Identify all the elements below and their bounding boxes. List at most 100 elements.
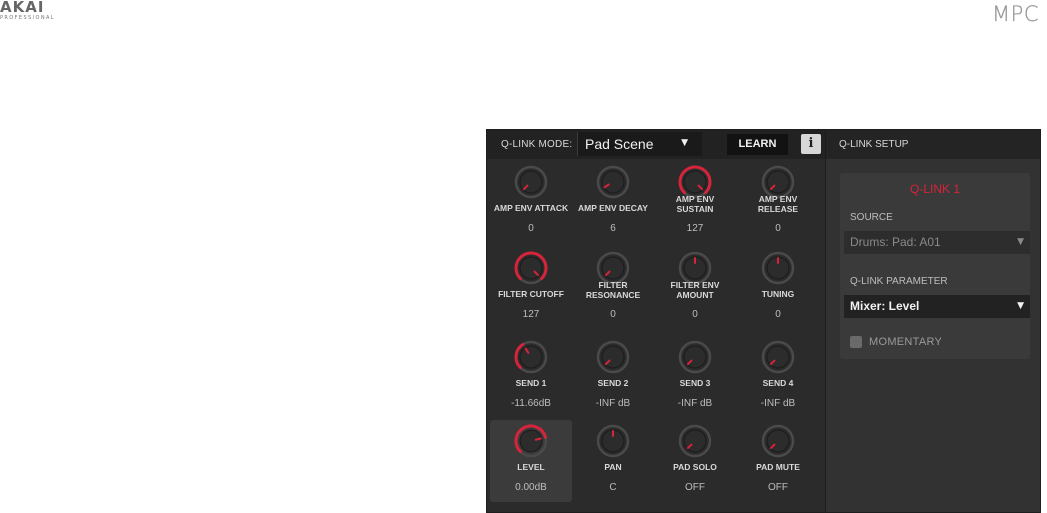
knob-label-line: FILTER bbox=[598, 280, 628, 290]
knob-value: 127 bbox=[522, 309, 540, 320]
knob-label: FILTER CUTOFF bbox=[490, 289, 572, 299]
param-select[interactable]: Mixer: Level ▼ bbox=[844, 295, 1030, 318]
knob-value: OFF bbox=[685, 482, 705, 493]
knob-label: SEND 3 bbox=[654, 378, 736, 388]
qlink-knob-panel: Q-LINK MODE: Pad Scene ▼ LEARN i AMP ENV… bbox=[487, 130, 825, 512]
knob-label-line: SEND 3 bbox=[679, 378, 711, 388]
knob-label-line: TUNING bbox=[761, 289, 795, 299]
knob-label-line: FILTER ENV bbox=[670, 280, 720, 290]
knob-label: TUNING bbox=[737, 289, 819, 299]
dropdown-arrow-icon: ▼ bbox=[1017, 237, 1024, 247]
knob-value: OFF bbox=[768, 482, 788, 493]
source-label: SOURCE bbox=[850, 212, 893, 223]
qlink-toolbar: Q-LINK MODE: Pad Scene ▼ LEARN i bbox=[487, 130, 825, 159]
qlink-knob[interactable]: PAD MUTE OFF bbox=[737, 420, 819, 502]
knob-label: LEVEL bbox=[490, 462, 572, 472]
knob-label-line: AMP ENV ATTACK bbox=[493, 203, 569, 213]
knob-value: C bbox=[609, 482, 617, 493]
qlink-knob[interactable]: AMP ENV SUSTAIN 127 bbox=[654, 161, 736, 243]
knob-label-line: SUSTAIN bbox=[676, 204, 714, 214]
qlink-knob[interactable]: SEND 4 -INF dB bbox=[737, 336, 819, 418]
param-label: Q-LINK PARAMETER bbox=[850, 276, 948, 287]
knob-body bbox=[519, 429, 543, 453]
qlink-knob[interactable]: PAN C bbox=[572, 420, 654, 502]
knob-label-line: PAN bbox=[604, 462, 622, 472]
qlink-knob[interactable]: AMP ENV RELEASE 0 bbox=[737, 161, 819, 243]
dropdown-arrow-icon: ▼ bbox=[681, 138, 688, 148]
qlink-knob[interactable]: FILTER CUTOFF 127 bbox=[490, 247, 572, 329]
dropdown-arrow-icon: ▼ bbox=[1017, 301, 1024, 311]
knob-body bbox=[601, 170, 625, 194]
knob-value: -INF dB bbox=[760, 398, 796, 409]
qlink-knob[interactable]: TUNING 0 bbox=[737, 247, 819, 329]
knob-label: SEND 2 bbox=[572, 378, 654, 388]
knob-label-line: AMP ENV bbox=[758, 194, 798, 204]
knob-value: 6 bbox=[610, 223, 616, 234]
knob-dial-icon bbox=[678, 340, 712, 374]
qlink-knob[interactable]: FILTER ENV AMOUNT 0 bbox=[654, 247, 736, 329]
knob-label-line: PAD MUTE bbox=[756, 462, 800, 472]
knob-label: AMP ENV ATTACK bbox=[490, 203, 572, 213]
knob-label: FILTER ENV AMOUNT bbox=[654, 280, 736, 300]
knob-label-line: SEND 2 bbox=[597, 378, 629, 388]
qlink-knob[interactable]: AMP ENV DECAY 6 bbox=[572, 161, 654, 243]
qlink-knob[interactable]: AMP ENV ATTACK 0 bbox=[490, 161, 572, 243]
knob-indicator bbox=[534, 437, 542, 441]
knob-label-line: LEVEL bbox=[517, 462, 545, 472]
knob-label-line: AMP ENV bbox=[675, 194, 715, 204]
qlink-mode-select[interactable]: Pad Scene ▼ bbox=[577, 132, 702, 156]
qlink-knob[interactable]: SEND 2 -INF dB bbox=[572, 336, 654, 418]
knob-dial-icon bbox=[596, 340, 630, 374]
qlink-knob[interactable]: PAD SOLO OFF bbox=[654, 420, 736, 502]
learn-button[interactable]: LEARN bbox=[727, 134, 788, 155]
qlink-knob[interactable]: SEND 3 -INF dB bbox=[654, 336, 736, 418]
knob-label: SEND 4 bbox=[737, 378, 819, 388]
knob-value: 0 bbox=[775, 309, 781, 320]
source-select[interactable]: Drums: Pad: A01 ▼ bbox=[844, 231, 1030, 254]
qlink-mode-value: Pad Scene bbox=[585, 136, 654, 152]
momentary-checkbox[interactable] bbox=[850, 336, 862, 348]
info-button[interactable]: i bbox=[801, 134, 821, 154]
knob-label-line: FILTER CUTOFF bbox=[498, 289, 564, 299]
knob-value: -INF dB bbox=[595, 398, 631, 409]
qlink-config-box: Q-LINK 1 SOURCE Drums: Pad: A01 ▼ Q-LINK… bbox=[840, 173, 1030, 359]
knob-label: PAD SOLO bbox=[654, 462, 736, 472]
knob-dial-icon bbox=[596, 165, 630, 199]
knob-value: 0 bbox=[610, 309, 616, 320]
knob-label: SEND 1 bbox=[490, 378, 572, 388]
akai-logo-subtext: PROFESSIONAL bbox=[0, 15, 55, 21]
knob-dial-icon bbox=[596, 424, 630, 458]
knob-dial-icon bbox=[514, 251, 548, 285]
momentary-label: MOMENTARY bbox=[869, 336, 943, 348]
knob-label-line: AMP ENV DECAY bbox=[578, 203, 648, 213]
knob-value: -11.66dB bbox=[511, 398, 551, 409]
knob-label-line: SEND 1 bbox=[515, 378, 547, 388]
knob-label: AMP ENV SUSTAIN bbox=[654, 194, 736, 214]
knob-label-line: PAD SOLO bbox=[673, 462, 717, 472]
qlink-knob[interactable]: LEVEL 0.00dB bbox=[490, 420, 572, 502]
knob-dial-icon bbox=[514, 165, 548, 199]
knob-value: 127 bbox=[686, 223, 704, 234]
knob-dial-icon bbox=[761, 424, 795, 458]
akai-logo: AKAI PROFESSIONAL bbox=[0, 0, 55, 22]
knob-dial-icon bbox=[761, 251, 795, 285]
akai-logo-text: AKAI bbox=[0, 0, 45, 16]
knob-label: PAD MUTE bbox=[737, 462, 819, 472]
knob-value: 0 bbox=[692, 309, 698, 320]
qlink-title: Q-LINK 1 bbox=[909, 182, 960, 196]
knob-label: AMP ENV DECAY bbox=[572, 203, 654, 213]
knob-label-line: AMOUNT bbox=[676, 290, 714, 300]
source-value: Drums: Pad: A01 bbox=[850, 235, 941, 249]
knob-value: -INF dB bbox=[677, 398, 713, 409]
knob-value: 0.00dB bbox=[515, 482, 547, 493]
setup-header: Q-LINK SETUP bbox=[826, 130, 1040, 159]
qlink-knob[interactable]: FILTER RESONANCE 0 bbox=[572, 247, 654, 329]
knob-value: 0 bbox=[528, 223, 534, 234]
qlink-screen: Q-LINK MODE: Pad Scene ▼ LEARN i AMP ENV… bbox=[486, 129, 1041, 513]
setup-title: Q-LINK SETUP bbox=[839, 139, 909, 150]
qlink-knob[interactable]: SEND 1 -11.66dB bbox=[490, 336, 572, 418]
qlink-setup-panel: Q-LINK SETUP Q-LINK 1 SOURCE Drums: Pad:… bbox=[825, 130, 1040, 512]
param-value: Mixer: Level bbox=[850, 299, 920, 313]
knob-label-line: RESONANCE bbox=[585, 290, 641, 300]
knob-dial-icon bbox=[678, 424, 712, 458]
